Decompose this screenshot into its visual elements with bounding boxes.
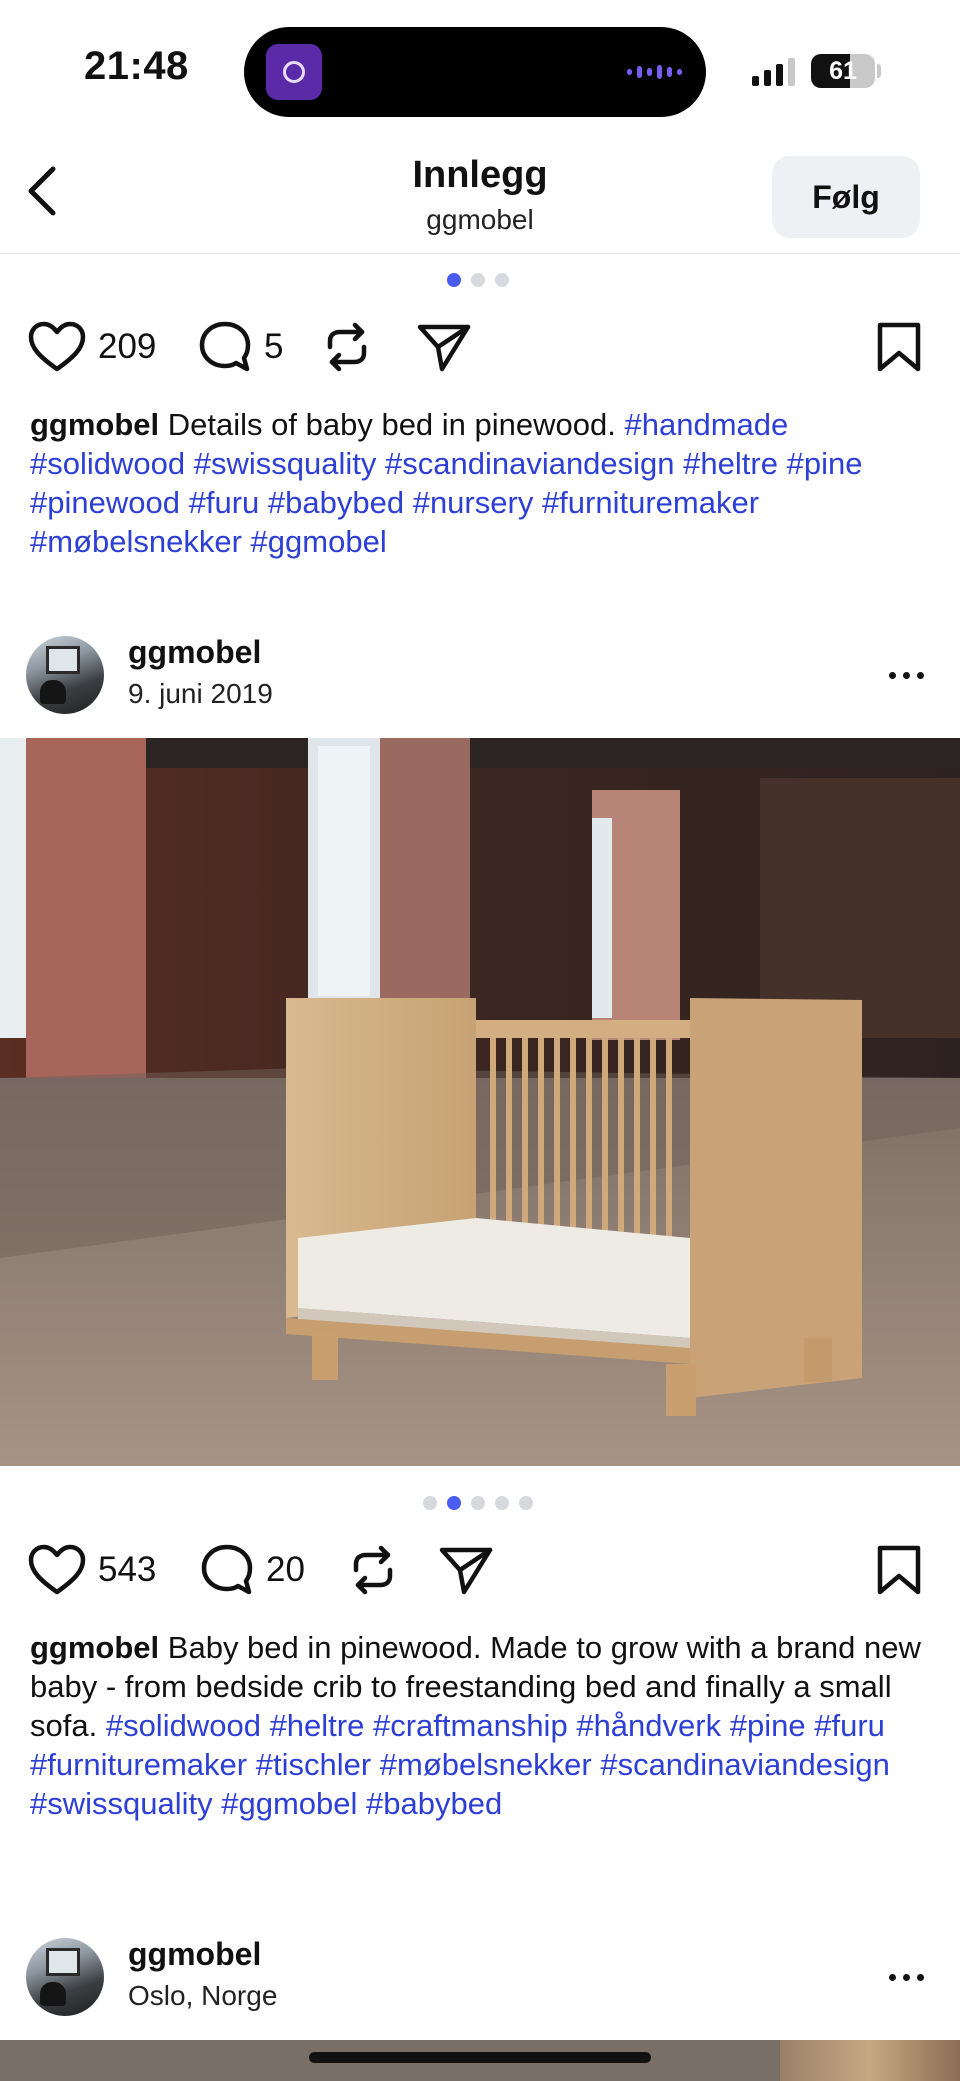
comment-bubble-icon bbox=[201, 1544, 253, 1595]
post-header: ggmobel Oslo, Norge bbox=[0, 1934, 960, 2024]
post-username[interactable]: ggmobel bbox=[128, 634, 261, 671]
save-button[interactable] bbox=[876, 312, 922, 382]
hashtag-link[interactable]: #håndverk bbox=[576, 1708, 721, 1743]
like-count: 209 bbox=[98, 327, 157, 366]
comment-count: 5 bbox=[264, 327, 284, 366]
post-actions: 543 20 bbox=[28, 1535, 932, 1605]
dynamic-island[interactable] bbox=[244, 27, 706, 117]
comment-count: 20 bbox=[266, 1550, 305, 1589]
hashtag-link[interactable]: #ggmobel bbox=[251, 524, 387, 559]
hashtag-link[interactable]: #nursery bbox=[413, 485, 534, 520]
caption-username[interactable]: ggmobel bbox=[30, 407, 159, 442]
more-dots-icon bbox=[888, 1973, 896, 1981]
audio-wave-icon bbox=[627, 65, 682, 79]
post-location[interactable]: Oslo, Norge bbox=[128, 1980, 277, 2012]
send-icon bbox=[439, 1547, 493, 1595]
more-options-button[interactable] bbox=[878, 1962, 934, 1992]
bookmark-icon bbox=[877, 1545, 921, 1595]
save-button[interactable] bbox=[876, 1535, 922, 1605]
top-nav-bar: Innlegg ggmobel Følg bbox=[0, 140, 960, 254]
repost-icon bbox=[327, 322, 367, 372]
more-options-button[interactable] bbox=[878, 660, 934, 690]
hashtag-link[interactable]: #babybed bbox=[268, 485, 404, 520]
hashtag-link[interactable]: #furnituremaker bbox=[30, 1747, 247, 1782]
post-header: ggmobel 9. juni 2019 bbox=[0, 632, 960, 722]
hashtag-link[interactable]: #møbelsnekker bbox=[380, 1747, 592, 1782]
hashtag-link[interactable]: #furu bbox=[814, 1708, 885, 1743]
carousel-indicator bbox=[447, 273, 509, 287]
hashtag-link[interactable]: #heltre bbox=[683, 446, 778, 481]
signal-strength-icon bbox=[752, 56, 795, 86]
follow-button[interactable]: Følg bbox=[772, 156, 920, 238]
carousel-indicator bbox=[423, 1496, 533, 1510]
send-icon bbox=[417, 324, 471, 372]
hashtag-link[interactable]: #babybed bbox=[366, 1786, 502, 1821]
hashtag-link[interactable]: #møbelsnekker bbox=[30, 524, 242, 559]
battery-icon: 61 bbox=[811, 54, 875, 88]
comment-bubble-icon bbox=[199, 321, 251, 372]
post-caption: ggmobel Baby bed in pinewood. Made to gr… bbox=[30, 1628, 930, 1823]
like-button[interactable]: 543 bbox=[28, 1535, 156, 1605]
hashtag-link[interactable]: #craftmanship bbox=[373, 1708, 568, 1743]
carousel-dot bbox=[495, 273, 509, 287]
home-indicator[interactable] bbox=[309, 2052, 651, 2063]
hashtag-link[interactable]: #pinewood bbox=[30, 485, 180, 520]
post-image[interactable] bbox=[0, 738, 960, 1466]
hashtag-link[interactable]: #handmade bbox=[624, 407, 788, 442]
carousel-dot bbox=[423, 1496, 437, 1510]
heart-icon bbox=[28, 321, 86, 372]
hashtag-link[interactable]: #solidwood bbox=[30, 446, 185, 481]
hashtag-link[interactable]: #ggmobel bbox=[221, 1786, 357, 1821]
carousel-dot bbox=[447, 273, 461, 287]
carousel-dot bbox=[471, 273, 485, 287]
like-button[interactable]: 209 bbox=[28, 312, 156, 382]
carousel-dot bbox=[519, 1496, 533, 1510]
repost-button[interactable] bbox=[322, 312, 372, 382]
repost-button[interactable] bbox=[348, 1535, 398, 1605]
caption-username[interactable]: ggmobel bbox=[30, 1630, 159, 1665]
heart-icon bbox=[28, 1544, 86, 1595]
hashtag-link[interactable]: #heltre bbox=[270, 1708, 365, 1743]
baby-bed-photo bbox=[0, 738, 960, 1466]
hashtag-link[interactable]: #tischler bbox=[256, 1747, 371, 1782]
share-button[interactable] bbox=[438, 1535, 494, 1605]
caption-text: Details of baby bed in pinewood. bbox=[159, 407, 625, 442]
hashtag-link[interactable]: #swissquality bbox=[194, 446, 377, 481]
podcast-app-icon bbox=[266, 44, 322, 100]
bookmark-icon bbox=[877, 322, 921, 372]
status-bar: 21:48 61 bbox=[0, 0, 960, 140]
post-date: 9. juni 2019 bbox=[128, 678, 273, 709]
share-button[interactable] bbox=[416, 312, 472, 382]
status-time: 21:48 bbox=[84, 44, 189, 88]
avatar[interactable] bbox=[26, 1938, 104, 2016]
carousel-dot bbox=[495, 1496, 509, 1510]
hashtag-link[interactable]: #scandinaviandesign bbox=[385, 446, 675, 481]
hashtag-link[interactable]: #furu bbox=[189, 485, 260, 520]
carousel-dot bbox=[447, 1496, 461, 1510]
post-caption: ggmobel Details of baby bed in pinewood.… bbox=[30, 405, 930, 561]
more-dots-icon bbox=[888, 671, 896, 679]
post-username[interactable]: ggmobel bbox=[128, 1936, 261, 1973]
avatar[interactable] bbox=[26, 636, 104, 714]
hashtag-link[interactable]: #pine bbox=[730, 1708, 806, 1743]
post-actions: 209 5 bbox=[28, 312, 932, 382]
hashtag-link[interactable]: #swissquality bbox=[30, 1786, 213, 1821]
hashtag-link[interactable]: #scandinaviandesign bbox=[600, 1747, 890, 1782]
comment-button[interactable]: 20 bbox=[200, 1535, 305, 1605]
hashtag-link[interactable]: #furnituremaker bbox=[542, 485, 759, 520]
comment-button[interactable]: 5 bbox=[198, 312, 283, 382]
hashtag-link[interactable]: #pine bbox=[787, 446, 863, 481]
battery-percent: 61 bbox=[829, 56, 857, 85]
carousel-dot bbox=[471, 1496, 485, 1510]
hashtag-link[interactable]: #solidwood bbox=[106, 1708, 261, 1743]
like-count: 543 bbox=[98, 1550, 157, 1589]
repost-icon bbox=[353, 1545, 393, 1595]
